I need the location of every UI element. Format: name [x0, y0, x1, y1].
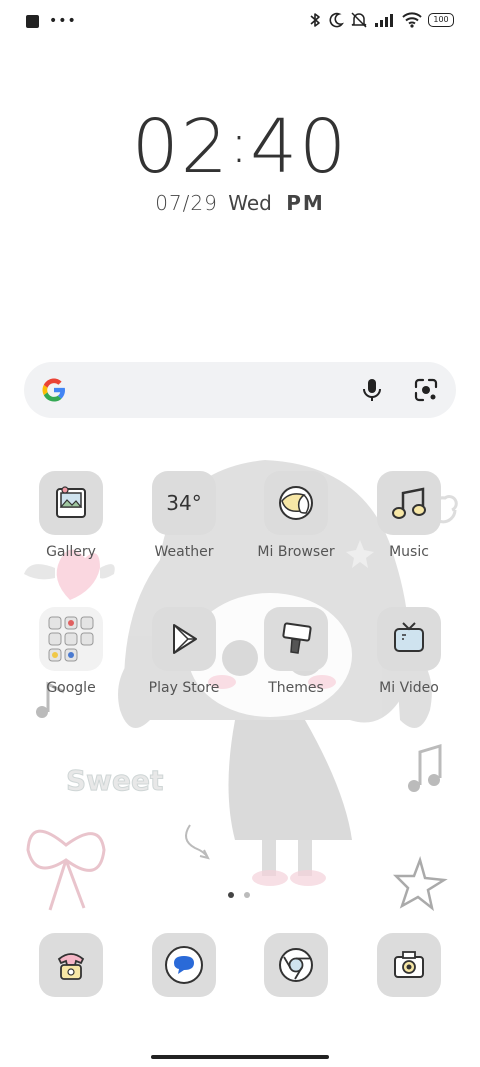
- app-label: Google: [46, 680, 96, 696]
- camera-icon: [377, 933, 441, 997]
- status-bar: ••• 100: [0, 0, 480, 46]
- date-text: 07/29: [155, 191, 218, 215]
- clock-minutes: 40: [250, 104, 349, 190]
- sweet-text: Sweet: [66, 764, 163, 797]
- notification-icon: [26, 14, 39, 28]
- status-left: •••: [26, 14, 77, 28]
- folder-google[interactable]: Google: [15, 607, 127, 717]
- google-search-bar[interactable]: [24, 362, 456, 418]
- date-line[interactable]: 07/29 Wed PM: [0, 190, 480, 216]
- paint-brush-icon: [264, 607, 328, 671]
- star-doodle: [392, 855, 448, 912]
- dock-phone[interactable]: [15, 933, 127, 1003]
- girl-shoe-left: [252, 870, 288, 886]
- page-dot: [244, 892, 250, 898]
- app-label: Gallery: [46, 544, 96, 560]
- play-store-icon: [152, 607, 216, 671]
- moon-icon: [329, 12, 344, 28]
- battery-icon: 100: [428, 13, 454, 27]
- app-label: Play Store: [148, 680, 220, 696]
- clock-hours: 02: [131, 104, 230, 190]
- bell-off-icon: [351, 12, 367, 28]
- microphone-icon[interactable]: [358, 376, 386, 404]
- app-label: Themes: [268, 680, 324, 696]
- folder-icon: [39, 607, 103, 671]
- chrome-icon: [264, 933, 328, 997]
- ampm-text: PM: [286, 191, 325, 215]
- status-right: 100: [308, 12, 454, 28]
- weather-temp: 34°: [166, 491, 202, 515]
- bluetooth-icon: [310, 13, 320, 27]
- ribbon-bow: [26, 829, 106, 911]
- app-mi-video[interactable]: Mi Video: [353, 607, 465, 717]
- weekday-text: Wed: [228, 191, 272, 215]
- app-mi-browser[interactable]: Mi Browser: [240, 471, 352, 581]
- girl-shoe-right: [290, 870, 326, 886]
- app-gallery[interactable]: Gallery: [15, 471, 127, 581]
- dock-camera[interactable]: [353, 933, 465, 1003]
- music-note-head-1: [408, 780, 420, 792]
- tv-icon: [377, 607, 441, 671]
- photo-frame-icon: [39, 471, 103, 535]
- browser-icon: [264, 471, 328, 535]
- more-notifications-icon: •••: [49, 13, 77, 29]
- app-label: Weather: [154, 544, 214, 560]
- lens-icon[interactable]: [412, 376, 440, 404]
- messages-icon: [152, 933, 216, 997]
- app-label: Mi Browser: [257, 544, 335, 560]
- phone-icon: [39, 933, 103, 997]
- app-label: Mi Video: [379, 680, 439, 696]
- dock-chrome[interactable]: [240, 933, 352, 1003]
- app-music[interactable]: Music: [353, 471, 465, 581]
- music-note-head-2: [428, 774, 440, 786]
- dock-messages[interactable]: [128, 933, 240, 1003]
- weather-icon: 34°: [152, 471, 216, 535]
- page-dot-active: [228, 892, 234, 898]
- clock-colon: :: [229, 112, 251, 175]
- app-play-store[interactable]: Play Store: [128, 607, 240, 717]
- page-indicator[interactable]: [228, 892, 254, 900]
- google-g-icon: [42, 378, 65, 402]
- girl-dress: [228, 720, 352, 840]
- app-weather[interactable]: 34° Weather: [128, 471, 240, 581]
- wifi-icon: [402, 12, 422, 28]
- app-label: Music: [389, 544, 429, 560]
- app-themes[interactable]: Themes: [240, 607, 352, 717]
- clock-widget[interactable]: 02:40: [0, 104, 480, 187]
- music-note-icon: [377, 471, 441, 535]
- gesture-nav-bar[interactable]: [151, 1055, 329, 1059]
- arrow-doodle: [185, 824, 210, 860]
- signal-icon: [375, 14, 393, 27]
